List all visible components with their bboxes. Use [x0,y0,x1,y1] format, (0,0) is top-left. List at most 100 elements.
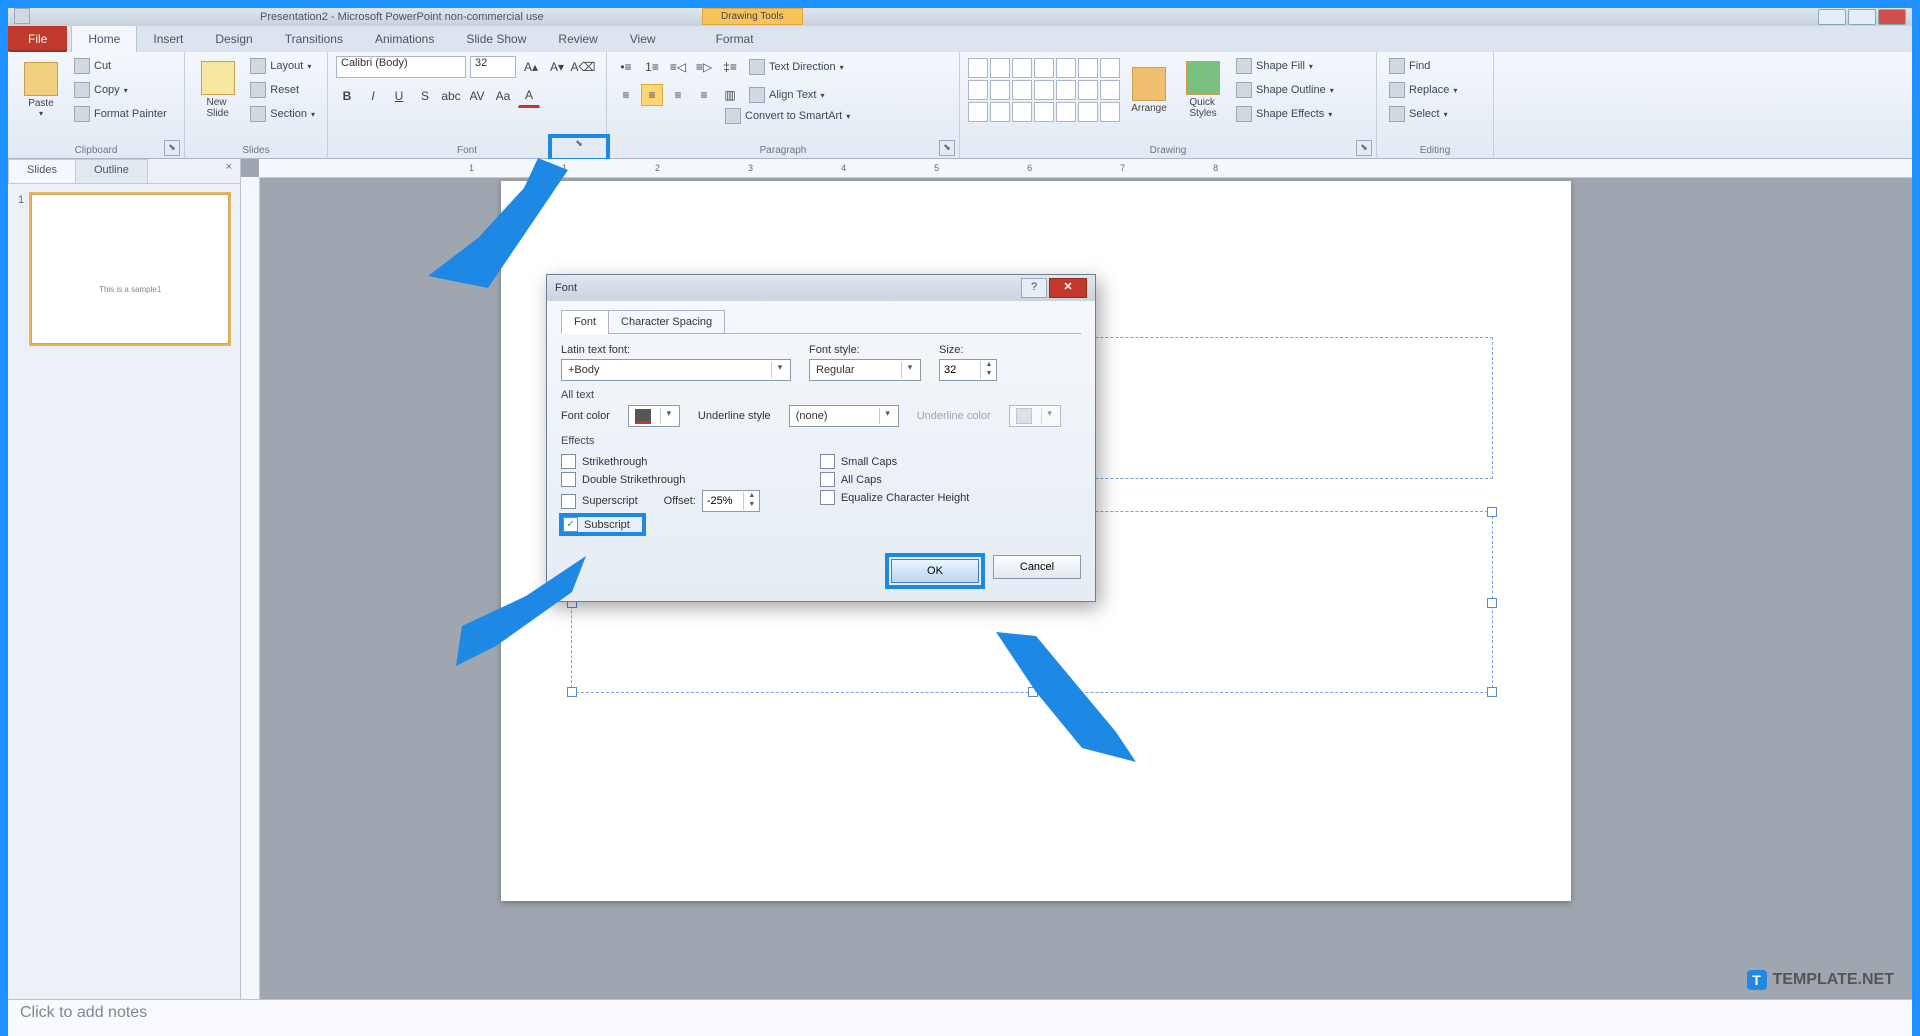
maximize-button[interactable] [1848,9,1876,25]
fontcolor-label: Font color [561,410,610,422]
text-direction-icon [749,59,765,75]
layout-button[interactable]: Layout▾ [246,56,319,76]
fontcolor-picker[interactable]: ▾ [628,405,680,427]
shape-effects-button[interactable]: Shape Effects▾ [1232,104,1338,124]
double-strike-checkbox[interactable] [561,472,576,487]
superscript-checkbox[interactable] [561,494,576,509]
section-button[interactable]: Section▾ [246,104,319,124]
font-size-select[interactable]: 32 [470,56,516,78]
justify-button[interactable]: ≡ [693,84,715,106]
shape-outline-button[interactable]: Shape Outline▾ [1232,80,1338,100]
character-spacing-button[interactable]: AV [466,85,488,107]
tab-format[interactable]: Format [700,26,770,52]
tab-file[interactable]: File [8,26,67,52]
strikethrough-button[interactable]: S [414,85,436,107]
paste-button[interactable]: Paste▾ [16,60,66,120]
shrink-font-button[interactable]: A▾ [546,56,568,78]
tab-slideshow[interactable]: Slide Show [450,26,542,52]
equalize-checkbox[interactable] [820,490,835,505]
bold-button[interactable]: B [336,85,358,107]
font-style-select[interactable]: Regular▾ [809,359,921,381]
columns-button[interactable]: ▥ [719,84,741,106]
tab-home[interactable]: Home [71,25,137,52]
align-right-button[interactable]: ≡ [667,84,689,106]
replace-button[interactable]: Replace▾ [1385,80,1485,100]
group-editing: Find Replace▾ Select▾ Editing [1377,52,1494,158]
tab-view[interactable]: View [614,26,672,52]
select-button[interactable]: Select▾ [1385,104,1485,124]
decrease-indent-button[interactable]: ≡◁ [667,56,689,78]
group-drawing: Arrange Quick Styles Shape Fill▾ Shape O… [960,52,1377,158]
paragraph-launcher[interactable]: ⬊ [939,140,955,156]
align-text-button[interactable]: Align Text▾ [745,85,829,105]
strikethrough-label: Strikethrough [582,456,647,468]
sidepanel-close[interactable]: × [218,159,240,183]
subscript-checkbox[interactable]: ✓ [563,517,578,532]
new-slide-button[interactable]: New Slide [193,59,242,121]
grow-font-button[interactable]: A▴ [520,56,542,78]
thumbnails-list[interactable]: 1 This is a sample1 [8,184,240,999]
dialog-close-button[interactable]: ✕ [1049,278,1087,298]
quick-styles-icon [1186,61,1220,95]
notes-pane[interactable]: Click to add notes [8,999,1912,1036]
clipboard-launcher[interactable]: ⬊ [164,140,180,156]
dialog-titlebar[interactable]: Font ? ✕ [547,275,1095,301]
format-painter-button[interactable]: Format Painter [70,104,171,124]
shadow-button[interactable]: abc [440,85,462,107]
font-family-select[interactable]: Calibri (Body) [336,56,466,78]
copy-button[interactable]: Copy▾ [70,80,171,100]
tab-animations[interactable]: Animations [359,26,450,52]
font-launcher[interactable]: ⬊ [550,136,608,160]
shapes-gallery[interactable] [968,58,1120,122]
cut-button[interactable]: Cut [70,56,171,76]
allcaps-checkbox[interactable] [820,472,835,487]
arrange-button[interactable]: Arrange [1124,65,1174,116]
tab-design[interactable]: Design [199,26,268,52]
sidetab-slides[interactable]: Slides [8,159,76,183]
ok-button[interactable]: OK [891,559,979,583]
sidetab-outline[interactable]: Outline [75,159,148,183]
underline-color-picker: ▾ [1009,405,1061,427]
text-direction-button[interactable]: Text Direction▾ [745,57,848,77]
reset-button[interactable]: Reset [246,80,319,100]
align-left-button[interactable]: ≡ [615,84,637,106]
strikethrough-checkbox[interactable] [561,454,576,469]
bullets-button[interactable]: •≡ [615,56,637,78]
font-color-button[interactable]: A [518,84,540,108]
context-tab-drawing-tools[interactable]: Drawing Tools [702,8,803,25]
align-center-button[interactable]: ≡ [641,84,663,106]
watermark-text: TEMPLATE.NET [1773,971,1894,989]
font-dialog: Font ? ✕ Font Character Spacing Latin te… [546,274,1096,602]
drawing-launcher[interactable]: ⬊ [1356,140,1372,156]
slide-thumbnail-1[interactable]: This is a sample1 [31,194,229,344]
font-size-spinner[interactable]: ▲▼ [939,359,997,381]
underline-button[interactable]: U [388,85,410,107]
underline-style-select[interactable]: (none)▾ [789,405,899,427]
smallcaps-checkbox[interactable] [820,454,835,469]
cancel-button[interactable]: Cancel [993,555,1081,579]
dialog-help-button[interactable]: ? [1021,278,1047,298]
tab-insert[interactable]: Insert [137,26,199,52]
tab-transitions[interactable]: Transitions [269,26,359,52]
line-spacing-button[interactable]: ‡≡ [719,56,741,78]
tab-review[interactable]: Review [542,26,613,52]
reset-icon [250,82,266,98]
shape-fill-button[interactable]: Shape Fill▾ [1232,56,1338,76]
dialog-tab-charspacing[interactable]: Character Spacing [608,310,725,334]
smartart-button[interactable]: Convert to SmartArt▾ [721,106,854,126]
italic-button[interactable]: I [362,85,384,107]
latin-font-select[interactable]: +Body▾ [561,359,791,381]
offset-spinner[interactable]: ▲▼ [702,490,760,512]
fontcolor-swatch-icon [635,409,651,424]
change-case-button[interactable]: Aa [492,85,514,107]
underline-color-label: Underline color [917,410,991,422]
close-button[interactable] [1878,9,1906,25]
clear-formatting-button[interactable]: A⌫ [572,56,594,78]
find-button[interactable]: Find [1385,56,1485,76]
minimize-button[interactable] [1818,9,1846,25]
dialog-tab-font[interactable]: Font [561,310,609,334]
layout-icon [250,58,266,74]
increase-indent-button[interactable]: ≡▷ [693,56,715,78]
numbering-button[interactable]: 1≡ [641,56,663,78]
quick-styles-button[interactable]: Quick Styles [1178,59,1228,121]
